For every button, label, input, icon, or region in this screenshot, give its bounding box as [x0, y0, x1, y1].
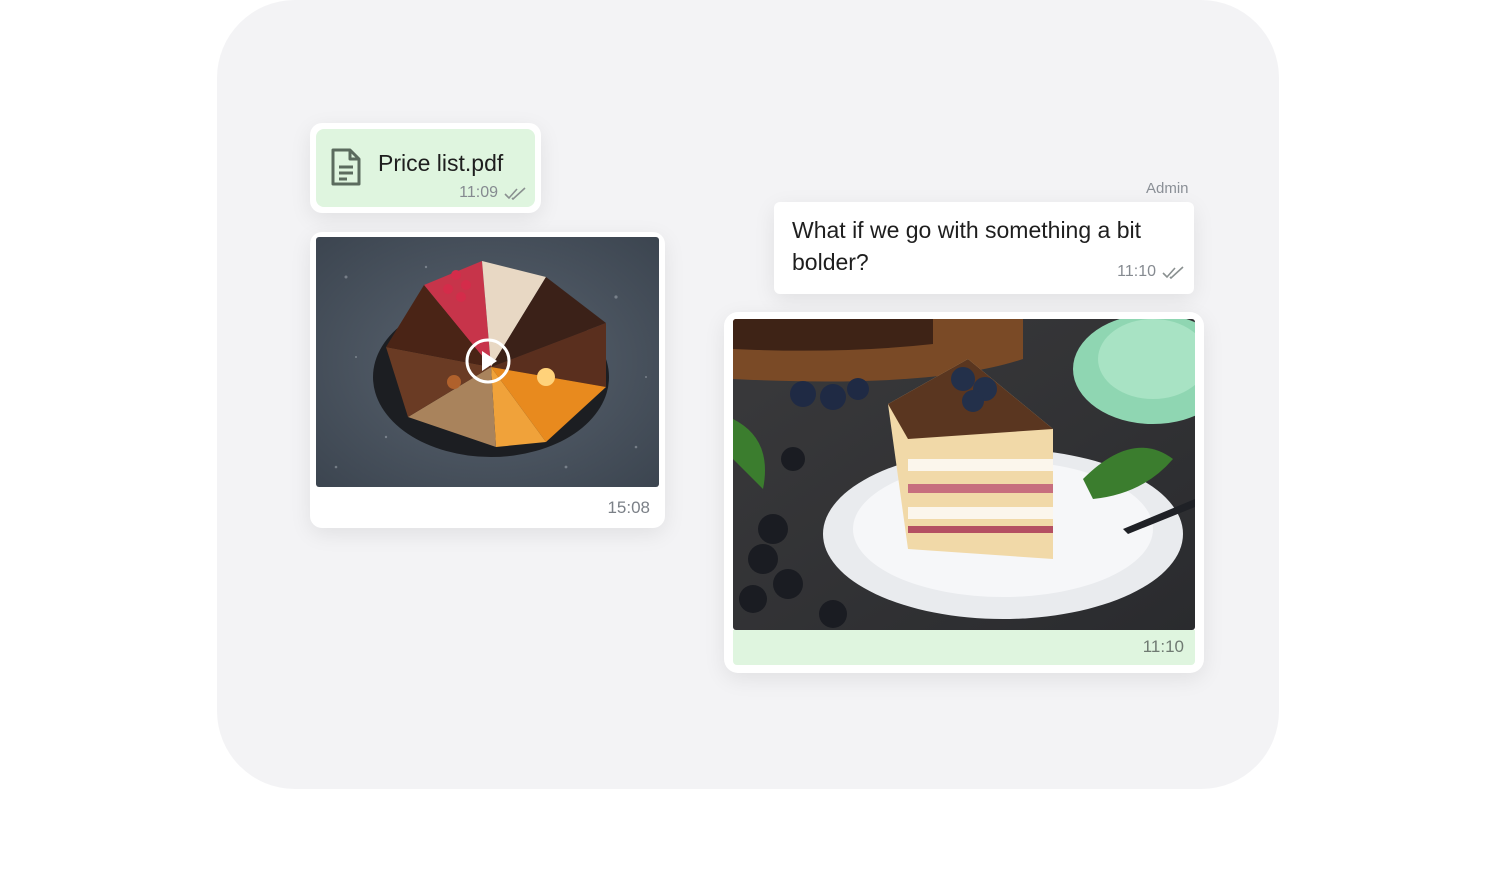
text-message-meta: 11:10 [1117, 263, 1185, 281]
file-name[interactable]: Price list.pdf [378, 150, 503, 177]
message-time: 11:10 [1142, 637, 1184, 656]
photo-image[interactable] [733, 319, 1195, 630]
photo-message-footer: 11:10 [733, 630, 1195, 665]
video-thumbnail[interactable] [316, 237, 659, 487]
message-time: 11:09 [459, 184, 498, 201]
text-message[interactable]: What if we go with something a bit bolde… [774, 202, 1194, 294]
video-message[interactable]: 15:08 [310, 232, 665, 528]
sender-name: Admin [1146, 180, 1189, 197]
double-check-icon [504, 186, 527, 200]
message-time: 15:08 [607, 498, 650, 517]
file-message[interactable]: Price list.pdf 11:09 [310, 123, 541, 213]
file-message-meta: 11:09 [459, 184, 527, 202]
double-check-icon [1162, 265, 1185, 279]
file-bubble[interactable]: Price list.pdf 11:09 [316, 129, 535, 207]
message-time: 11:10 [1117, 263, 1156, 280]
document-icon [330, 148, 362, 186]
photo-message[interactable]: 11:10 [724, 312, 1204, 673]
